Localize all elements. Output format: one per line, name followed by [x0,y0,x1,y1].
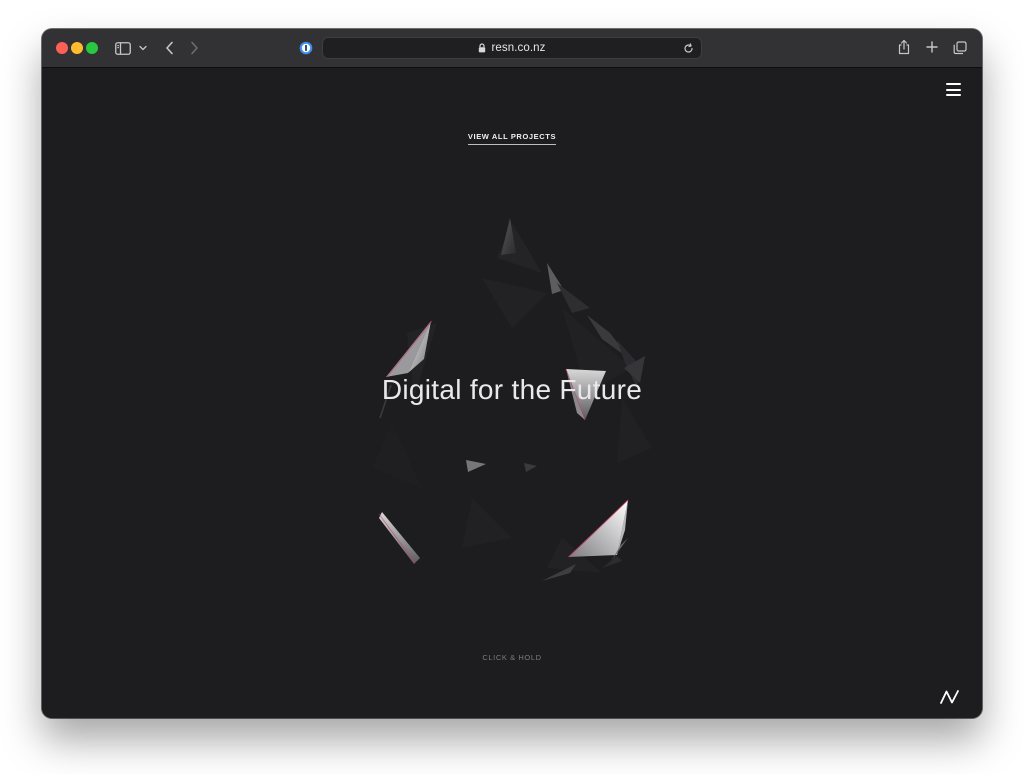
forward-arrow-icon[interactable] [187,39,201,57]
sidebar-icon[interactable] [114,40,132,56]
browser-toolbar: resn.co.nz [42,29,982,68]
chevron-down-icon[interactable] [138,41,148,55]
click-hold-hint: CLICK & HOLD [482,653,542,662]
back-arrow-icon[interactable] [162,39,176,57]
lock-icon [478,43,486,53]
share-icon[interactable] [897,38,911,56]
web-page: VIEW ALL PROJECTS Digital for the Future… [42,68,982,718]
browser-window: resn.co.nz VIEW ALL PROJECTS Digital for… [42,29,982,718]
new-tab-icon[interactable] [925,40,939,54]
password-manager-icon[interactable] [298,40,314,56]
hamburger-menu-icon[interactable] [946,83,961,96]
resn-logo-icon[interactable] [940,690,960,704]
window-zoom-button[interactable] [86,42,98,54]
window-minimize-button[interactable] [71,42,83,54]
address-bar[interactable]: resn.co.nz [322,37,702,59]
reload-icon[interactable] [681,41,695,55]
hero-title: Digital for the Future [381,374,643,405]
url-text[interactable]: resn.co.nz [491,42,545,54]
window-close-button[interactable] [56,42,68,54]
view-all-projects-container: VIEW ALL PROJECTS [42,126,982,145]
tab-overview-icon[interactable] [952,40,968,56]
view-all-projects-link[interactable]: VIEW ALL PROJECTS [467,132,557,145]
